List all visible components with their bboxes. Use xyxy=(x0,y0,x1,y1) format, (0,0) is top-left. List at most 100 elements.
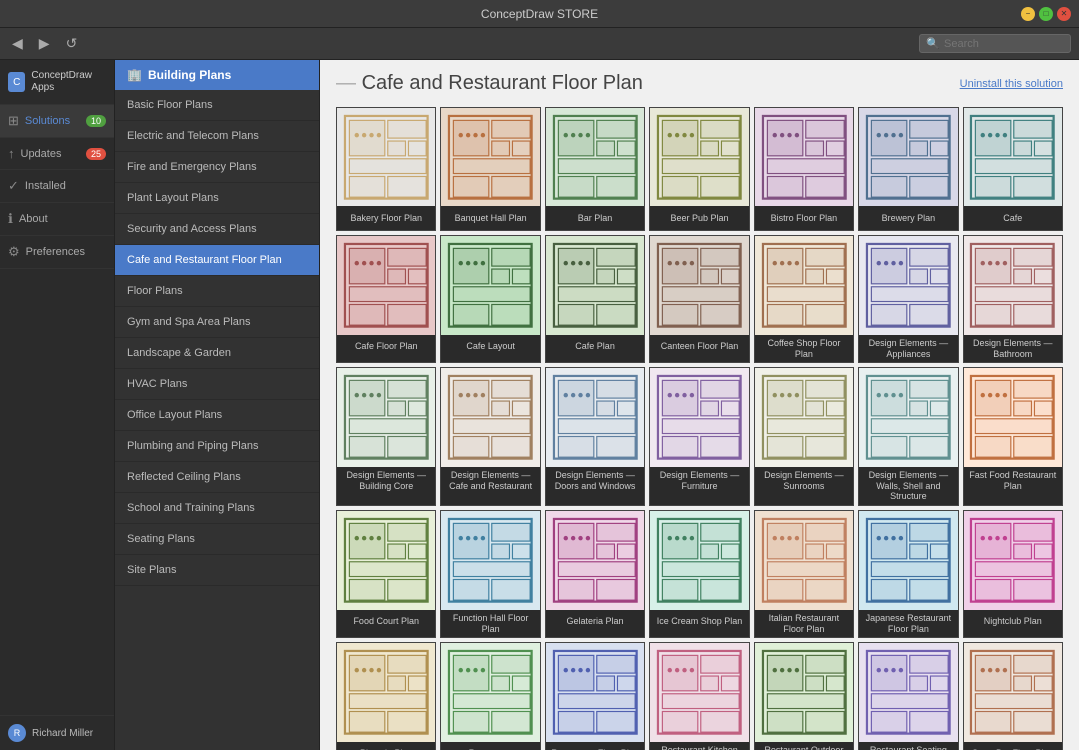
grid-item-banquet[interactable]: Banquet Hall Plan xyxy=(440,107,540,231)
sidebar-item-landscape[interactable]: Landscape & Garden xyxy=(115,338,319,369)
grid-item-cafefloor[interactable]: Cafe Floor Plan xyxy=(336,235,436,363)
sidebar-item-basic[interactable]: Basic Floor Plans xyxy=(115,90,319,121)
items-grid: Bakery Floor PlanBanquet Hall Plan Bar Pl… xyxy=(336,107,1063,750)
grid-item-label-designfurniture: Design Elements — Furniture xyxy=(650,467,748,495)
title-bar: ConceptDraw STORE − □ ✕ xyxy=(0,0,1079,28)
grid-item-restaurant[interactable]: Restaurant xyxy=(440,642,540,750)
grid-item-label-designcafe: Design Elements — Cafe and Restaurant xyxy=(441,467,539,495)
sidebar-item-security[interactable]: Security and Access Plans xyxy=(115,214,319,245)
grid-item-cafe1[interactable]: Cafe xyxy=(963,107,1063,231)
grid-item-designdoors[interactable]: Design Elements — Doors and Windows xyxy=(545,367,645,506)
grid-item-label-restaurant: Restaurant xyxy=(441,742,539,750)
sidebar-item-office[interactable]: Office Layout Plans xyxy=(115,400,319,431)
solutions-label: Solutions xyxy=(25,115,70,127)
grid-item-coffeeshop[interactable]: Coffee Shop Floor Plan xyxy=(754,235,854,363)
grid-item-bakery[interactable]: Bakery Floor Plan xyxy=(336,107,436,231)
grid-item-designfurniture[interactable]: Design Elements — Furniture xyxy=(649,367,749,506)
building-plans-title: Building Plans xyxy=(148,68,231,82)
sidebar-item-about[interactable]: ℹ About xyxy=(0,203,114,236)
building-plans-sidebar: 🏢 Building Plans Basic Floor PlansElectr… xyxy=(115,60,320,750)
close-button[interactable]: ✕ xyxy=(1057,7,1071,21)
grid-item-label-bar: Bar Plan xyxy=(546,206,644,230)
forward-button[interactable]: ▶ xyxy=(35,33,54,54)
search-box: 🔍 xyxy=(919,34,1071,53)
sidebar-item-updates[interactable]: ↑ Updates 25 xyxy=(0,138,114,170)
sidebar-logo: C ConceptDraw Apps xyxy=(0,60,114,105)
grid-item-bistro[interactable]: Bistro Floor Plan xyxy=(754,107,854,231)
app-title: ConceptDraw STORE xyxy=(481,7,598,21)
sidebar-item-solutions[interactable]: ⊞ Solutions 10 xyxy=(0,105,114,138)
installed-icon: ✓ xyxy=(8,178,19,194)
grid-item-label-icecream: Ice Cream Shop Plan xyxy=(650,610,748,634)
grid-item-beerpub[interactable]: Beer Pub Plan xyxy=(649,107,749,231)
grid-item-sportbar[interactable]: Sport Bar Floor Plan xyxy=(963,642,1063,750)
sidebar-item-site[interactable]: Site Plans xyxy=(115,555,319,586)
sidebar-item-floorplans[interactable]: Floor Plans xyxy=(115,276,319,307)
sidebar-item-reflected[interactable]: Reflected Ceiling Plans xyxy=(115,462,319,493)
maximize-button[interactable]: □ xyxy=(1039,7,1053,21)
grid-item-gelateria[interactable]: Gelateria Plan xyxy=(545,510,645,638)
grid-item-restaurantoutdoor[interactable]: Restaurant Outdoor Area, Patio Plan xyxy=(754,642,854,750)
grid-item-fastfood[interactable]: Fast Food Restaurant Plan xyxy=(963,367,1063,506)
grid-item-japanese[interactable]: Japanese Restaurant Floor Plan xyxy=(858,510,958,638)
content-header: — Cafe and Restaurant Floor Plan Uninsta… xyxy=(336,72,1063,95)
sidebar-item-plumbing[interactable]: Plumbing and Piping Plans xyxy=(115,431,319,462)
user-profile[interactable]: R Richard Miller xyxy=(0,715,114,750)
building-plans-list: Basic Floor PlansElectric and Telecom Pl… xyxy=(115,90,319,586)
grid-item-icecream[interactable]: Ice Cream Shop Plan xyxy=(649,510,749,638)
search-input[interactable] xyxy=(944,38,1064,50)
grid-item-label-cafelayout: Cafe Layout xyxy=(441,335,539,359)
grid-item-label-restaurantkitchen: Restaurant Kitchen Floor Plan xyxy=(650,742,748,750)
top-toolbar: ◀ ▶ ↺ 🔍 xyxy=(0,28,1079,60)
grid-item-label-functionhall: Function Hall Floor Plan xyxy=(441,610,539,638)
building-plans-icon: 🏢 xyxy=(127,68,142,82)
installed-label: Installed xyxy=(25,180,66,192)
sidebar-item-gym[interactable]: Gym and Spa Area Plans xyxy=(115,307,319,338)
grid-item-designcafe[interactable]: Design Elements — Cafe and Restaurant xyxy=(440,367,540,506)
sidebar-item-school[interactable]: School and Training Plans xyxy=(115,493,319,524)
sidebar-item-cafe[interactable]: Cafe and Restaurant Floor Plan xyxy=(115,245,319,276)
grid-item-nightclub[interactable]: Nightclub Plan xyxy=(963,510,1063,638)
refresh-button[interactable]: ↺ xyxy=(62,33,82,54)
grid-item-designwalls[interactable]: Design Elements — Walls, Shell and Struc… xyxy=(858,367,958,506)
sidebar-item-electric[interactable]: Electric and Telecom Plans xyxy=(115,121,319,152)
grid-item-bar[interactable]: Bar Plan xyxy=(545,107,645,231)
sidebar-item-fire[interactable]: Fire and Emergency Plans xyxy=(115,152,319,183)
username: Richard Miller xyxy=(32,728,93,739)
grid-item-restaurantfloor[interactable]: Restaurant Floor Plan xyxy=(545,642,645,750)
grid-item-label-cafefloor: Cafe Floor Plan xyxy=(337,335,435,359)
logo-text: ConceptDraw Apps xyxy=(31,70,106,94)
preferences-icon: ⚙ xyxy=(8,244,20,260)
grid-item-designbathroom[interactable]: Design Elements — Bathroom xyxy=(963,235,1063,363)
grid-item-label-designappliances: Design Elements — Appliances xyxy=(859,335,957,363)
back-button[interactable]: ◀ xyxy=(8,33,27,54)
sidebar-item-installed[interactable]: ✓ Installed xyxy=(0,170,114,203)
sidebar-item-plant[interactable]: Plant Layout Plans xyxy=(115,183,319,214)
sidebar-item-preferences[interactable]: ⚙ Preferences xyxy=(0,236,114,269)
grid-item-cafeplan[interactable]: Cafe Plan xyxy=(545,235,645,363)
grid-item-restaurantseating[interactable]: Restaurant Seating Chart xyxy=(858,642,958,750)
grid-item-designsunrooms[interactable]: Design Elements — Sunrooms xyxy=(754,367,854,506)
grid-item-designbuilding[interactable]: Design Elements — Building Core xyxy=(336,367,436,506)
grid-item-foodcourt[interactable]: Food Court Plan xyxy=(336,510,436,638)
sidebar-item-seating[interactable]: Seating Plans xyxy=(115,524,319,555)
grid-item-italian[interactable]: Italian Restaurant Floor Plan xyxy=(754,510,854,638)
grid-item-designappliances[interactable]: Design Elements — Appliances xyxy=(858,235,958,363)
sidebar-item-hvac[interactable]: HVAC Plans xyxy=(115,369,319,400)
uninstall-link[interactable]: Uninstall this solution xyxy=(960,78,1063,90)
building-plans-header: 🏢 Building Plans xyxy=(115,60,319,90)
grid-item-label-cafe1: Cafe xyxy=(964,206,1062,230)
grid-item-functionhall[interactable]: Function Hall Floor Plan xyxy=(440,510,540,638)
main-layout: C ConceptDraw Apps ⊞ Solutions 10 ↑ Upda… xyxy=(0,60,1079,750)
grid-item-label-gelateria: Gelateria Plan xyxy=(546,610,644,634)
grid-item-restaurantkitchen[interactable]: Restaurant Kitchen Floor Plan xyxy=(649,642,749,750)
grid-item-label-designsunrooms: Design Elements — Sunrooms xyxy=(755,467,853,495)
grid-item-brewery[interactable]: Brewery Plan xyxy=(858,107,958,231)
grid-item-label-banquet: Banquet Hall Plan xyxy=(441,206,539,230)
grid-item-pizzeria[interactable]: Pizzeria Plan xyxy=(336,642,436,750)
grid-item-label-designwalls: Design Elements — Walls, Shell and Struc… xyxy=(859,467,957,505)
grid-item-canteen[interactable]: Canteen Floor Plan xyxy=(649,235,749,363)
grid-item-label-bistro: Bistro Floor Plan xyxy=(755,206,853,230)
minimize-button[interactable]: − xyxy=(1021,7,1035,21)
grid-item-cafelayout[interactable]: Cafe Layout xyxy=(440,235,540,363)
